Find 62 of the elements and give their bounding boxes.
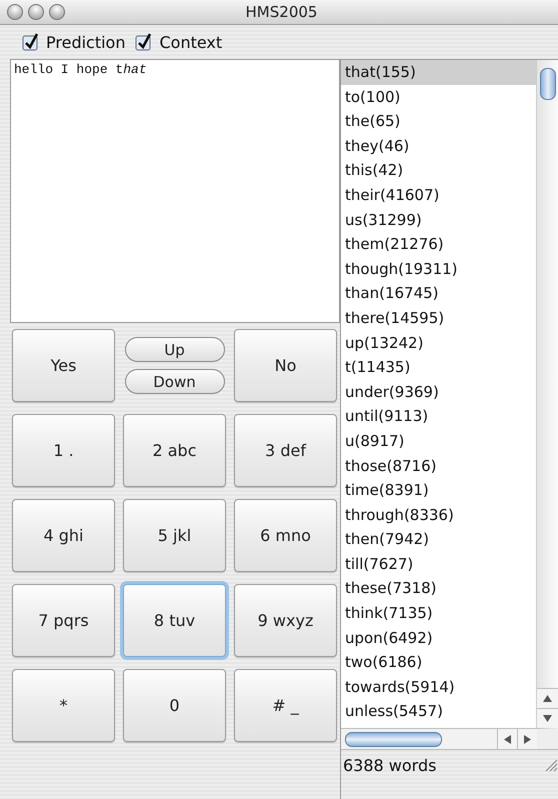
word-list-item[interactable]: under(9369) <box>341 380 536 404</box>
word-list-item[interactable]: up(13242) <box>341 330 536 356</box>
word-list-item[interactable]: us(31299) <box>341 208 536 232</box>
word-list-item[interactable]: there(14595) <box>341 306 536 331</box>
word-list-item[interactable]: until(9113) <box>341 404 536 429</box>
word-list-item[interactable]: though(19311) <box>341 256 536 282</box>
keypad-button[interactable]: 0 <box>123 669 226 742</box>
word-count: 6388 words <box>343 756 436 774</box>
word-list-item[interactable]: they(46) <box>341 134 536 158</box>
up-button[interactable]: Up <box>124 337 224 362</box>
window-control-icon[interactable] <box>49 4 65 20</box>
window-control-icon[interactable] <box>7 4 23 20</box>
keypad-button[interactable]: # _ <box>234 669 337 742</box>
window-title: HMS2005 <box>246 3 318 21</box>
yes-button[interactable]: Yes <box>12 329 115 402</box>
word-list-item[interactable]: them(21276) <box>341 232 536 257</box>
keypad-button[interactable]: * <box>12 669 115 742</box>
keypad-button[interactable]: 8 tuv <box>123 584 226 657</box>
word-list-item[interactable]: those(8716) <box>341 454 536 478</box>
checkbox[interactable]: Context <box>135 32 222 52</box>
word-list-item[interactable]: u(8917) <box>341 428 536 454</box>
word-list-item[interactable]: this(42) <box>341 158 536 183</box>
checkbox-icon[interactable] <box>22 33 40 51</box>
keypad-button[interactable]: 1 . <box>12 414 115 487</box>
word-list-item[interactable]: their(41607) <box>341 182 536 208</box>
vertical-scrollbar[interactable] <box>536 60 558 728</box>
word-list-item[interactable]: these(7318) <box>341 576 536 602</box>
down-button[interactable]: Down <box>124 369 224 394</box>
typed-text: hello I hope t <box>14 62 124 77</box>
word-list-item[interactable]: then(7942) <box>341 527 536 552</box>
word-list-item[interactable]: than(16745) <box>341 281 536 306</box>
word-list-item[interactable]: till(7627) <box>341 552 536 576</box>
keypad-button[interactable]: 3 def <box>234 414 337 487</box>
no-button[interactable]: No <box>234 329 337 402</box>
word-list-item[interactable]: through(8336) <box>341 502 536 528</box>
checkbox-icon[interactable] <box>135 33 154 51</box>
word-list-item[interactable]: two(6186) <box>341 650 536 675</box>
word-list-item[interactable]: think(7135) <box>341 601 536 626</box>
word-list-item[interactable]: to(100) <box>341 84 536 110</box>
scroll-thumb[interactable] <box>345 732 442 747</box>
keypad-button[interactable]: 7 pqrs <box>12 584 115 657</box>
scroll-up-icon[interactable] <box>537 688 558 708</box>
predicted-text: hat <box>123 62 147 77</box>
scroll-down-icon[interactable] <box>537 708 558 728</box>
text-area[interactable]: hello I hope that <box>10 59 340 323</box>
keypad-button[interactable]: 2 abc <box>123 414 226 487</box>
window-control-icon[interactable] <box>28 4 44 20</box>
scroll-thumb[interactable] <box>540 68 556 100</box>
keypad-button[interactable]: 9 wxyz <box>234 584 337 657</box>
word-list-item[interactable]: unless(5457) <box>341 699 536 724</box>
resize-grip-icon[interactable] <box>544 758 558 772</box>
word-list-item[interactable]: that(155) <box>341 60 536 85</box>
keypad-button[interactable]: 4 ghi <box>12 499 115 572</box>
word-list-item[interactable]: the(65) <box>341 109 536 134</box>
keypad-button[interactable]: 5 jkl <box>123 499 226 572</box>
checkbox[interactable]: Prediction <box>22 32 126 52</box>
word-list-item[interactable]: t(11435) <box>341 355 536 380</box>
word-list-item[interactable]: towards(5914) <box>341 674 536 700</box>
word-list-item[interactable]: time(8391) <box>341 478 536 503</box>
word-list-item[interactable]: upon(6492) <box>341 626 536 650</box>
horizontal-scrollbar[interactable] <box>341 728 558 749</box>
keypad-button[interactable]: 6 mno <box>234 499 337 572</box>
